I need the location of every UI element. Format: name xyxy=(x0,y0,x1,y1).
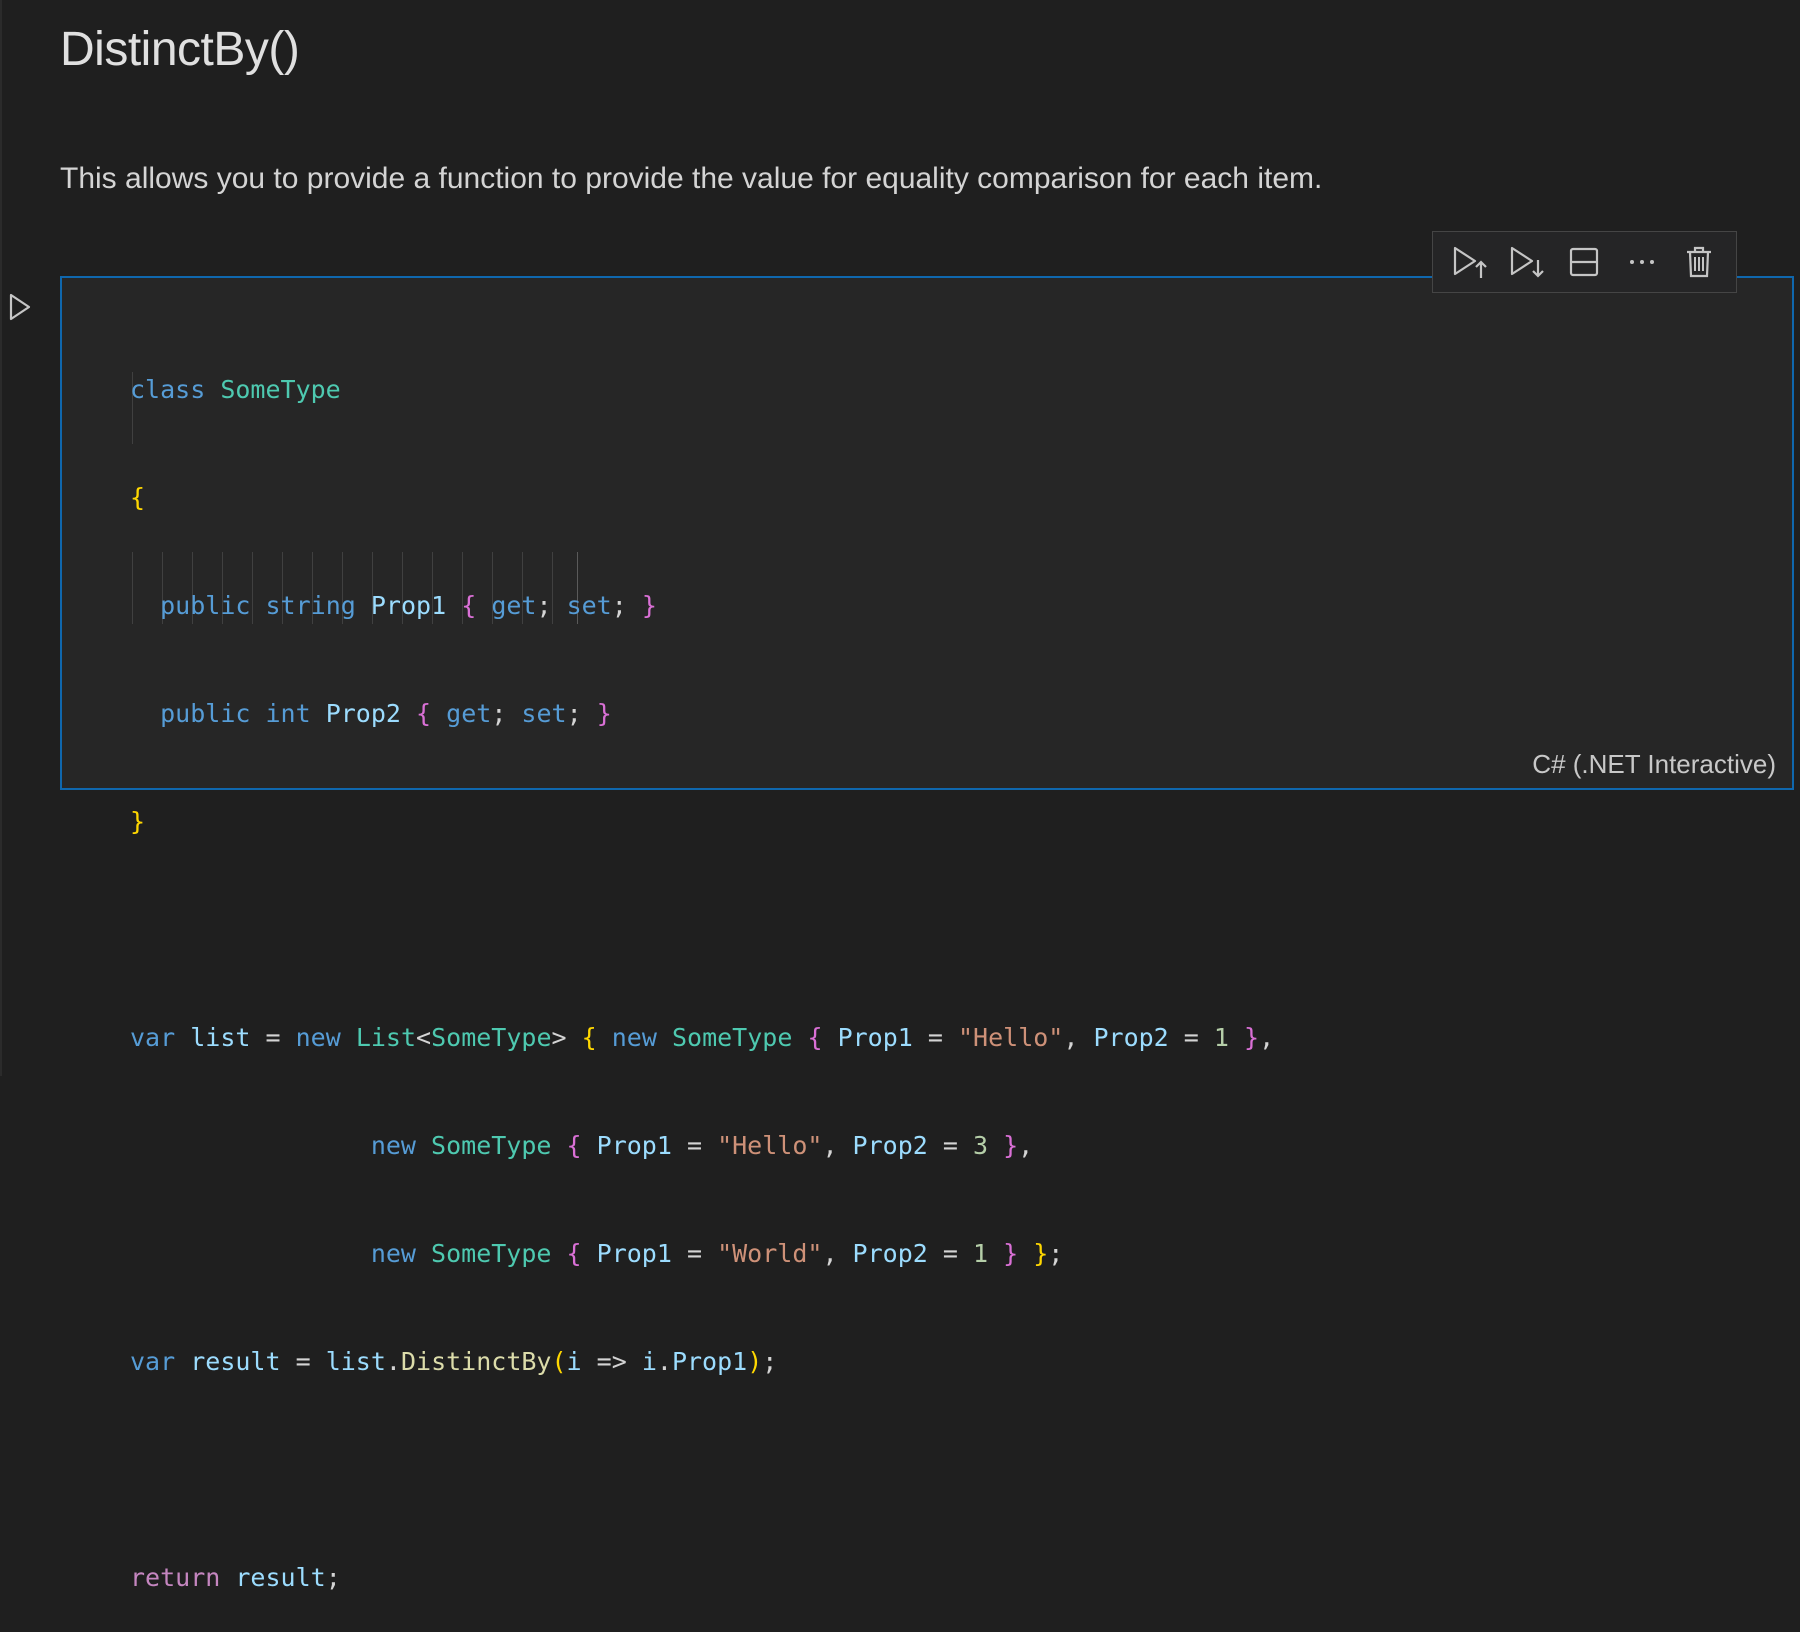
markdown-heading: DistinctBy() xyxy=(60,23,300,76)
execute-above-button[interactable] xyxy=(1448,240,1492,284)
delete-cell-button[interactable] xyxy=(1677,240,1721,284)
code-line: new SomeType { Prop1 = "Hello", Prop2 = … xyxy=(370,1131,1034,1160)
more-actions-button[interactable] xyxy=(1620,240,1664,284)
more-actions-icon xyxy=(1629,260,1654,264)
code-line: var list = new List<SomeType> { new Some… xyxy=(130,1023,1275,1052)
code-line: new SomeType { Prop1 = "World", Prop2 = … xyxy=(370,1239,1064,1268)
cell-toolbar xyxy=(1432,231,1737,293)
cell-language-label[interactable]: C# (.NET Interactive) xyxy=(1532,749,1776,780)
code-line: public int Prop2 { get; set; } xyxy=(160,699,612,728)
run-cell-button[interactable] xyxy=(6,290,34,324)
code-line: public string Prop1 { get; set; } xyxy=(160,591,657,620)
execute-above-icon xyxy=(1453,246,1487,278)
execute-below-button[interactable] xyxy=(1505,240,1549,284)
split-cell-button[interactable] xyxy=(1562,240,1606,284)
markdown-paragraph: This allows you to provide a function to… xyxy=(60,162,1323,195)
notebook-left-edge xyxy=(0,0,2,1076)
code-editor[interactable]: class SomeType { public string Prop1 { g… xyxy=(130,300,1274,1632)
code-line: } xyxy=(130,807,146,836)
execute-below-icon xyxy=(1510,246,1544,278)
code-line: var result = list.DistinctBy(i => i.Prop… xyxy=(130,1347,778,1376)
play-icon xyxy=(9,293,31,321)
delete-icon xyxy=(1687,246,1712,278)
split-cell-icon xyxy=(1570,247,1599,277)
code-line: class SomeType xyxy=(130,375,341,404)
code-line: { xyxy=(130,483,146,512)
code-line: return result; xyxy=(130,1563,341,1592)
